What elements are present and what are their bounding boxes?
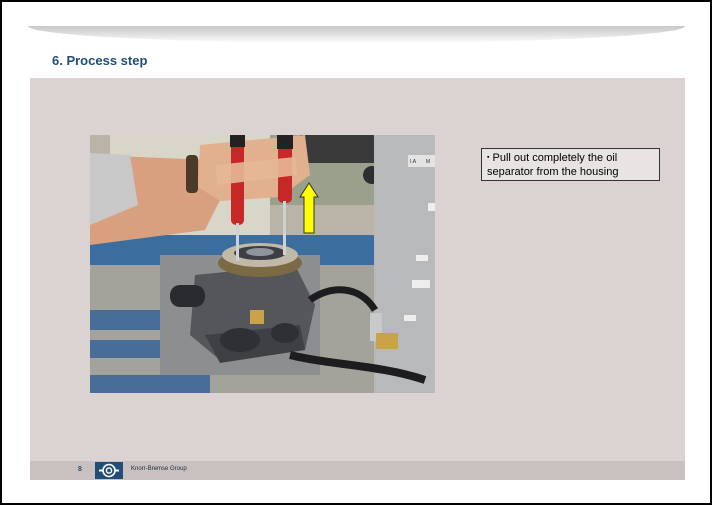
logo-mark-icon bbox=[99, 463, 119, 478]
screwdriver-cap-2 bbox=[277, 135, 293, 149]
compressor-port-1 bbox=[220, 328, 260, 352]
screwdriver-shaft-1 bbox=[236, 223, 239, 261]
screwdriver-shaft-2 bbox=[283, 201, 286, 255]
brass-fitting-2 bbox=[376, 333, 398, 349]
company-name: Knorr-Bremse Group bbox=[131, 466, 187, 472]
slide-frame: 6. Process step I.A M ▪ Pull out complet… bbox=[0, 0, 712, 505]
panel-placard-label-1: I.A bbox=[410, 159, 417, 165]
bullet-marker: ▪ bbox=[487, 154, 490, 161]
side-connector bbox=[170, 285, 205, 307]
panel-placard-label-2: M bbox=[426, 159, 430, 165]
knorr-bremse-logo bbox=[95, 462, 123, 479]
wristwatch bbox=[186, 155, 198, 193]
panel-label-2 bbox=[416, 255, 428, 261]
header-band bbox=[28, 26, 685, 43]
page-number: 8 bbox=[78, 466, 82, 473]
test-panel bbox=[374, 135, 435, 393]
instruction-box: ▪ Pull out completely the oil separator f… bbox=[481, 148, 660, 181]
separator-hole bbox=[246, 248, 274, 256]
content-area: I.A M ▪ Pull out completely the oil sepa… bbox=[30, 78, 685, 461]
screwdriver-cap-1 bbox=[230, 135, 245, 147]
compressor-port-2 bbox=[271, 323, 299, 343]
process-photo: I.A M bbox=[90, 135, 435, 393]
footer-bar: 8 Knorr-Bremse Group bbox=[30, 461, 685, 480]
panel-label-4 bbox=[404, 315, 416, 321]
brass-fitting-1 bbox=[250, 310, 264, 324]
photo-illustration: I.A M bbox=[90, 135, 435, 393]
panel-label-3 bbox=[412, 280, 430, 288]
panel-label-1 bbox=[428, 203, 435, 211]
instruction-text: Pull out completely the oil separator fr… bbox=[487, 152, 619, 178]
slide-title: 6. Process step bbox=[52, 53, 148, 68]
